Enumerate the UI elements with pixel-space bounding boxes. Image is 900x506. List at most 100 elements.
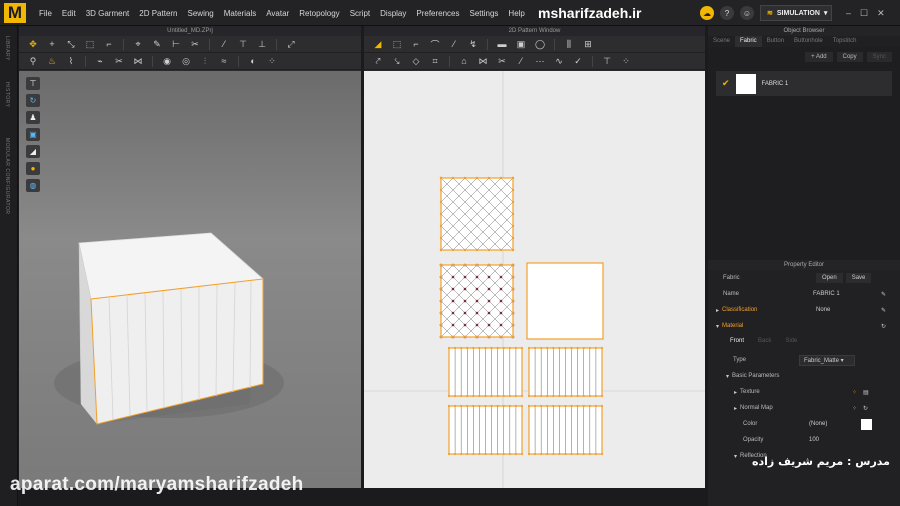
walk-icon[interactable]: ⚲ xyxy=(25,55,41,68)
history-tab[interactable]: HISTORY xyxy=(4,82,10,108)
edit-pattern-icon[interactable]: ◢ xyxy=(370,38,386,51)
transform-pattern-icon[interactable]: ⬚ xyxy=(389,38,405,51)
fold-2d-icon[interactable]: ⋈ xyxy=(475,55,491,68)
tape-icon[interactable]: ◐ xyxy=(245,55,261,68)
tab-front[interactable]: Front xyxy=(730,338,744,344)
tab-buttonhole[interactable]: Buttonhole xyxy=(789,36,828,47)
classification-edit-icon[interactable]: ✎ xyxy=(881,307,886,314)
add-fabric-button[interactable]: + Add xyxy=(805,52,833,62)
rectangle-icon[interactable]: ▣ xyxy=(513,38,529,51)
menu-settings[interactable]: Settings xyxy=(465,9,504,18)
dots-icon[interactable]: ⁘ xyxy=(264,55,280,68)
minimize-icon[interactable]: – xyxy=(846,8,851,19)
2d-viewport[interactable] xyxy=(364,71,705,488)
tab-button[interactable]: Button xyxy=(762,36,789,47)
copy-fabric-button[interactable]: Copy xyxy=(836,52,863,62)
fold-icon[interactable]: ⌐ xyxy=(101,38,117,51)
add-point-icon[interactable]: + xyxy=(44,38,60,51)
menu-script[interactable]: Script xyxy=(345,9,375,18)
trace-icon[interactable]: ⌗ xyxy=(427,55,443,68)
curve-point-icon[interactable]: ↯ xyxy=(465,38,481,51)
texture-grid-icon[interactable]: ⁘ xyxy=(852,389,857,396)
button-icon[interactable]: ◉ xyxy=(159,55,175,68)
texture-file-icon[interactable]: ▤ xyxy=(863,389,869,396)
menu-file[interactable]: File xyxy=(34,9,57,18)
seam-icon[interactable]: ⤤ xyxy=(370,55,386,68)
classification-row[interactable]: ▸ Classification None ✎ xyxy=(708,302,900,318)
smooth-icon[interactable]: ⌇ xyxy=(63,55,79,68)
polygon-icon[interactable]: ▬ xyxy=(494,38,510,51)
edit-point-icon[interactable]: ⌐ xyxy=(408,38,424,51)
add-point-2d-icon[interactable]: ⁄ xyxy=(446,38,462,51)
tack-icon[interactable]: ✎ xyxy=(149,38,165,51)
modular-configurator-tab[interactable]: MODULAR CONFIGURATOR xyxy=(4,138,10,214)
free-sewing-icon[interactable]: ∿ xyxy=(551,55,567,68)
line-icon[interactable]: ⁄ xyxy=(216,38,232,51)
seam-alt-icon[interactable]: ⤥ xyxy=(389,55,405,68)
brush-icon[interactable]: ⌁ xyxy=(92,55,108,68)
avatar-icon[interactable]: ☺ xyxy=(740,6,754,20)
texture-row[interactable]: ▸ Texture ⁘ ▤ xyxy=(708,384,900,400)
iron-icon[interactable]: ⌂ xyxy=(456,55,472,68)
menu-avatar[interactable]: Avatar xyxy=(261,9,294,18)
fabric-dots-icon[interactable]: ⁘ xyxy=(618,55,634,68)
dart-icon[interactable]: ◇ xyxy=(408,55,424,68)
save-button[interactable]: Save xyxy=(845,273,872,283)
sync-fabric-button[interactable]: Sync xyxy=(866,52,892,62)
arrange-icon[interactable]: ⤢ xyxy=(283,38,299,51)
fabric-shirt-icon[interactable]: ⊤ xyxy=(599,55,615,68)
steam-icon[interactable]: ♨ xyxy=(44,55,60,68)
menu-retopology[interactable]: Retopology xyxy=(294,9,344,18)
normal-map-grid-icon[interactable]: ⁘ xyxy=(852,405,857,412)
cloud-icon[interactable]: ☁ xyxy=(700,6,714,20)
pin-icon[interactable]: ⌖ xyxy=(130,38,146,51)
tab-fabric[interactable]: Fabric xyxy=(735,36,762,47)
menu-3d-garment[interactable]: 3D Garment xyxy=(81,9,135,18)
shirt-alt-icon[interactable]: ⊥ xyxy=(254,38,270,51)
puckering-icon[interactable]: ≈ xyxy=(216,55,232,68)
normal-map-refresh-icon[interactable]: ↻ xyxy=(863,405,868,412)
cut-2d-icon[interactable]: ✂ xyxy=(494,55,510,68)
open-button[interactable]: Open xyxy=(816,273,843,283)
tab-scene[interactable]: Scene xyxy=(708,36,735,47)
shirt-icon[interactable]: ⊤ xyxy=(235,38,251,51)
buttonhole-icon[interactable]: ◎ xyxy=(178,55,194,68)
menu-2d-pattern[interactable]: 2D Pattern xyxy=(134,9,182,18)
menu-sewing[interactable]: Sewing xyxy=(183,9,219,18)
tab-side[interactable]: Side xyxy=(785,338,797,344)
sew-check-icon[interactable]: ✓ xyxy=(570,55,586,68)
grid-icon[interactable]: ⊞ xyxy=(580,38,596,51)
simulation-dropdown[interactable]: ≋ SIMULATION ▾ xyxy=(760,5,832,21)
name-value[interactable]: FABRIC 1 xyxy=(813,291,840,297)
maximize-icon[interactable]: ☐ xyxy=(860,8,868,19)
zipper-icon[interactable]: ⫶ xyxy=(197,55,213,68)
material-row[interactable]: ▾ Material ↻ xyxy=(708,318,900,334)
scissors-icon[interactable]: ✂ xyxy=(111,55,127,68)
basic-parameters-row[interactable]: ▾ Basic Parameters xyxy=(708,368,900,384)
stitch-icon[interactable]: ⁄ xyxy=(513,55,529,68)
menu-preferences[interactable]: Preferences xyxy=(411,9,464,18)
type-select[interactable]: Fabric_Matte ▾ xyxy=(799,354,855,366)
opacity-value[interactable]: 100 xyxy=(809,437,819,443)
menu-help[interactable]: Help xyxy=(503,9,529,18)
internal-line-icon[interactable]: ⫼ xyxy=(561,38,577,51)
edit-pencil-icon[interactable]: ✎ xyxy=(881,291,886,298)
color-swatch[interactable] xyxy=(861,419,872,430)
tab-topstitch[interactable]: Topstitch xyxy=(828,36,862,47)
circle-icon[interactable]: ◯ xyxy=(532,38,548,51)
close-icon[interactable]: ✕ xyxy=(877,8,885,19)
menu-display[interactable]: Display xyxy=(375,9,411,18)
tab-back[interactable]: Back xyxy=(758,338,771,344)
measure-icon[interactable]: ⊢ xyxy=(168,38,184,51)
help-icon[interactable]: ? xyxy=(720,6,734,20)
menu-materials[interactable]: Materials xyxy=(219,9,261,18)
edit-curve-icon[interactable]: ⌒ xyxy=(427,38,443,51)
reset-icon[interactable]: ↻ xyxy=(881,323,886,330)
cut-icon[interactable]: ✂ xyxy=(187,38,203,51)
box-select-icon[interactable]: ⬚ xyxy=(82,38,98,51)
fabric-list-item[interactable]: ✔ FABRIC 1 xyxy=(716,71,892,96)
library-tab[interactable]: LIBRARY xyxy=(4,36,10,61)
select-move-icon[interactable]: ✥ xyxy=(25,38,41,51)
fold-arrange-icon[interactable]: ⋈ xyxy=(130,55,146,68)
3d-viewport[interactable]: ⊤ ↻ ♟ ▣ ◢ ● ◍ xyxy=(19,71,361,488)
